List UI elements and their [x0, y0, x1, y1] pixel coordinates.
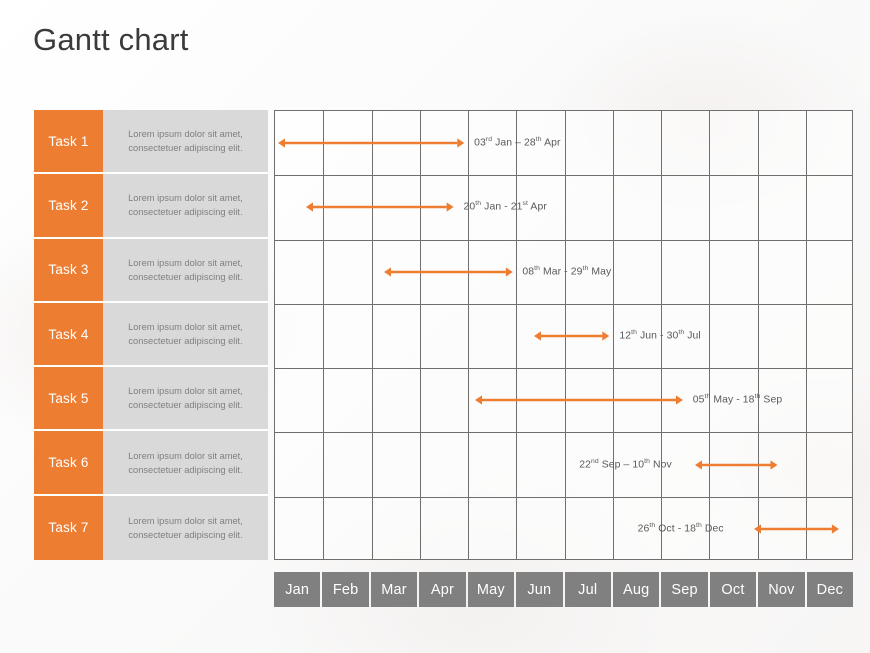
task-row[interactable]: Task 5 Lorem ipsum dolor sit amet, consec…	[34, 367, 268, 432]
month-cell-oct[interactable]: Oct	[709, 572, 757, 607]
task-label: Task 3	[34, 238, 103, 301]
month-cell-jan[interactable]: Jan	[274, 572, 321, 607]
task-label: Task 5	[34, 367, 103, 430]
month-cell-apr[interactable]: Apr	[419, 572, 466, 607]
task-date-range-label: 05th May - 18th Sep	[692, 393, 783, 406]
task-row[interactable]: Task 6 Lorem ipsum dolor sit amet, consec…	[34, 431, 268, 496]
gantt-bar-row: 03rd Jan – 28th Apr	[275, 111, 852, 175]
task-list: Task 1 Lorem ipsum dolor sit amet, consec…	[34, 110, 268, 561]
task-date-range-label: 20th Jan - 21st Apr	[463, 200, 547, 213]
month-cell-nov[interactable]: Nov	[758, 572, 805, 607]
task-date-range-label: 03rd Jan – 28th Apr	[474, 136, 561, 149]
gantt-bar[interactable]	[383, 265, 513, 279]
task-row[interactable]: Task 3 Lorem ipsum dolor sit amet, consec…	[34, 238, 268, 303]
task-description: Lorem ipsum dolor sit amet, consectetuer…	[103, 431, 268, 494]
gantt-bar-row: 22nd Sep – 10th Nov	[275, 432, 852, 496]
task-date-range-label: 12th Jun - 30th Jul	[619, 329, 701, 342]
task-row[interactable]: Task 4 Lorem ipsum dolor sit amet, consec…	[34, 302, 268, 368]
task-row[interactable]: Task 7 Lorem ipsum dolor sit amet, consec…	[34, 495, 268, 561]
task-description: Lorem ipsum dolor sit amet, consectetuer…	[103, 495, 268, 561]
task-label: Task 4	[34, 302, 103, 366]
gantt-bar-row: 12th Jun - 30th Jul	[275, 304, 852, 368]
task-label: Task 6	[34, 431, 103, 494]
gantt-grid: 03rd Jan – 28th Apr 20th Jan - 21st Apr 08…	[274, 110, 853, 560]
gantt-bar[interactable]	[753, 522, 839, 536]
gantt-bar[interactable]	[305, 200, 454, 214]
task-label: Task 7	[34, 495, 103, 561]
task-date-range-label: 22nd Sep – 10th Nov	[579, 457, 672, 471]
page-title: Gantt chart	[33, 22, 189, 57]
task-date-range-label: 26th Oct - 18th Dec	[637, 521, 724, 535]
task-description: Lorem ipsum dolor sit amet, consectetuer…	[103, 110, 268, 173]
month-cell-feb[interactable]: Feb	[322, 572, 369, 607]
task-label: Task 2	[34, 174, 103, 237]
task-row[interactable]: Task 2 Lorem ipsum dolor sit amet, consec…	[34, 174, 268, 239]
month-cell-may[interactable]: May	[467, 572, 515, 607]
task-label: Task 1	[34, 110, 103, 173]
gantt-bar[interactable]	[474, 393, 683, 407]
task-description: Lorem ipsum dolor sit amet, consectetuer…	[103, 367, 268, 430]
task-description: Lorem ipsum dolor sit amet, consectetuer…	[103, 302, 268, 366]
gantt-bar-row: 05th May - 18th Sep	[275, 368, 852, 432]
month-cell-jul[interactable]: Jul	[564, 572, 611, 607]
month-cell-jun[interactable]: Jun	[516, 572, 563, 607]
gantt-bar[interactable]	[277, 136, 465, 150]
task-date-range-label: 08th Mar - 29th May	[522, 264, 612, 278]
task-row[interactable]: Task 1 Lorem ipsum dolor sit amet, consec…	[34, 110, 268, 175]
gantt-bar-row: 08th Mar - 29th May	[275, 240, 852, 304]
month-axis: Jan Feb Mar Apr May Jun Jul Aug Sep Oct Nov Dec	[274, 572, 854, 607]
task-description: Lorem ipsum dolor sit amet, consectetuer…	[103, 238, 268, 301]
gantt-bar-row: 20th Jan - 21st Apr	[275, 175, 852, 239]
month-cell-mar[interactable]: Mar	[370, 572, 418, 607]
month-cell-sep[interactable]: Sep	[661, 572, 708, 607]
gantt-bar[interactable]	[695, 458, 778, 472]
task-description: Lorem ipsum dolor sit amet, consectetuer…	[103, 174, 268, 237]
gantt-bar[interactable]	[534, 329, 610, 343]
gantt-bar-rows: 03rd Jan – 28th Apr 20th Jan - 21st Apr 08…	[275, 111, 852, 559]
month-cell-aug[interactable]: Aug	[612, 572, 660, 607]
gantt-bar-row: 26th Oct - 18th Dec	[275, 497, 852, 561]
month-cell-dec[interactable]: Dec	[806, 572, 854, 607]
